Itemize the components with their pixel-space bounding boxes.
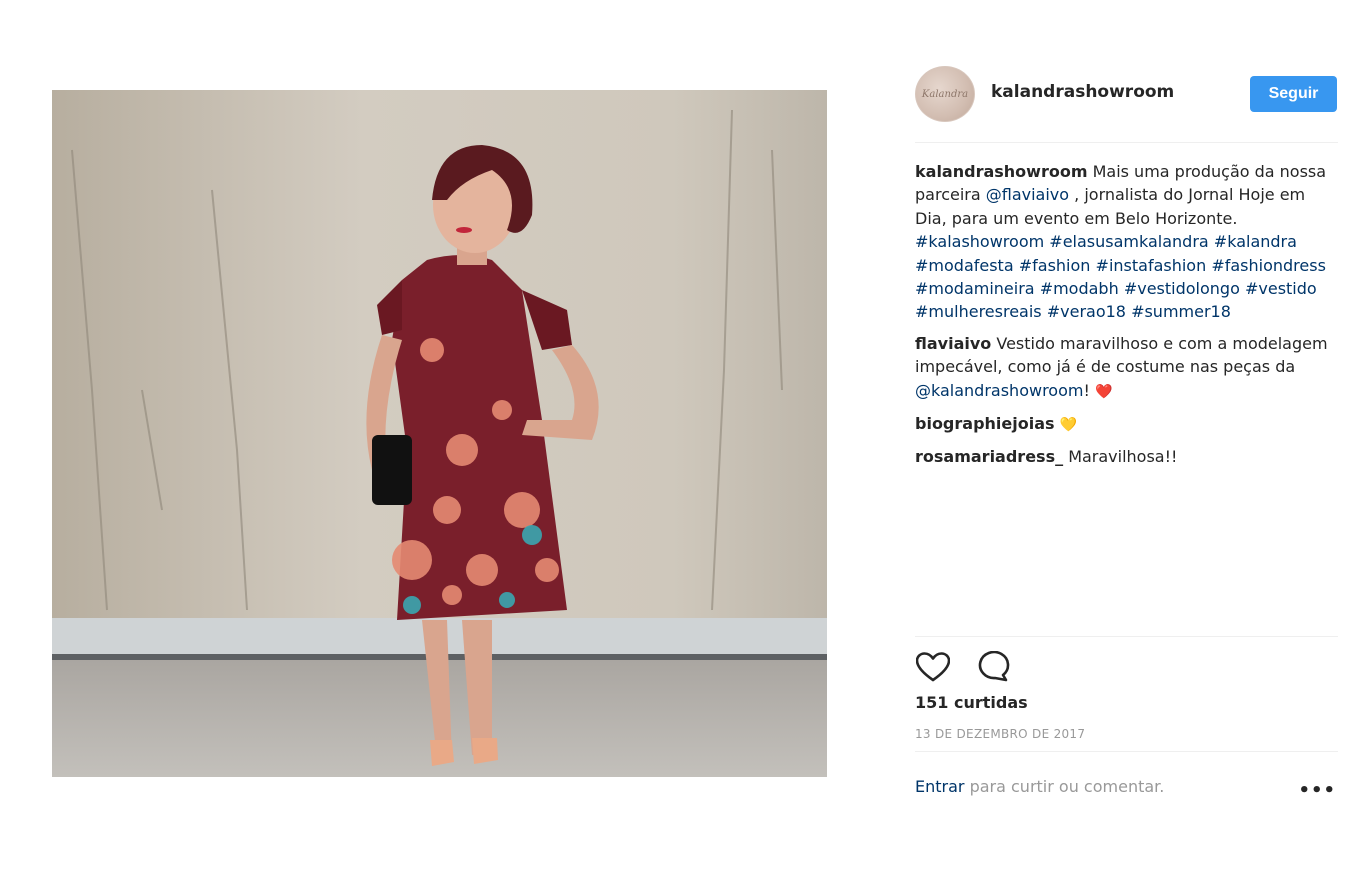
comment-text: Maravilhosa!!: [1068, 447, 1178, 467]
footer-divider: [915, 751, 1338, 752]
likes-count[interactable]: 151 curtidas: [915, 693, 1028, 712]
comments-list: kalandrashowroom Mais uma produção da no…: [915, 160, 1338, 477]
login-prompt: Entrar para curtir ou comentar.: [915, 777, 1338, 796]
login-prompt-text: para curtir ou comentar.: [969, 777, 1165, 796]
header-username[interactable]: kalandrashowroom: [991, 82, 1174, 102]
comment-item: flaviaivo Vestido maravilhoso e com a mo…: [915, 332, 1338, 404]
hashtag[interactable]: #vestido: [1245, 279, 1317, 298]
login-link[interactable]: Entrar: [915, 777, 964, 796]
avatar[interactable]: Kalandra: [915, 66, 975, 122]
comment-author[interactable]: flaviaivo: [915, 334, 991, 353]
hashtag[interactable]: #kalashowroom: [915, 232, 1044, 251]
actions-divider: [915, 636, 1338, 637]
hashtag[interactable]: #verao18: [1047, 302, 1126, 321]
comment-item: biographiejoias 💛: [915, 412, 1338, 437]
hashtag[interactable]: #modabh: [1040, 279, 1119, 298]
post-sidebar: Kalandra kalandrashowroom Seguir kalandr…: [915, 0, 1338, 870]
comment-author[interactable]: biographiejoias: [915, 414, 1055, 433]
hashtag[interactable]: #summer18: [1131, 302, 1231, 321]
caption-author[interactable]: kalandrashowroom: [915, 162, 1087, 181]
post-header: Kalandra kalandrashowroom Seguir: [915, 66, 1338, 122]
hashtag[interactable]: #kalandra: [1214, 232, 1297, 251]
hashtag[interactable]: #vestidolongo: [1124, 279, 1240, 298]
comment-mention[interactable]: @kalandrashowroom: [915, 381, 1083, 400]
instagram-post-page: Kalandra kalandrashowroom Seguir kalandr…: [0, 0, 1368, 870]
comment-item: rosamariadress_ Maravilhosa!!: [915, 445, 1338, 468]
header-divider: [915, 142, 1338, 143]
comment-text-2: !: [1083, 380, 1090, 400]
action-bar: [915, 650, 1338, 686]
heart-icon[interactable]: [915, 650, 951, 684]
post-date: 13 DE DEZEMBRO DE 2017: [915, 727, 1086, 741]
comment-author[interactable]: rosamariadress_: [915, 447, 1063, 466]
hashtag[interactable]: #fashion: [1019, 256, 1091, 275]
caption-mention[interactable]: @flaviaivo: [986, 185, 1069, 204]
hashtag[interactable]: #instafashion: [1096, 256, 1207, 275]
avatar-logo-text: Kalandra: [921, 88, 969, 100]
caption: kalandrashowroom Mais uma produção da no…: [915, 160, 1338, 324]
post-photo[interactable]: [52, 90, 827, 777]
hashtag[interactable]: #modamineira: [915, 279, 1035, 298]
comment-icon[interactable]: [975, 650, 1011, 684]
hashtag[interactable]: #modafesta: [915, 256, 1014, 275]
yellow-heart-emoji-icon: 💛: [1059, 417, 1078, 434]
heart-emoji-icon: ❤️: [1094, 383, 1113, 400]
more-options-icon[interactable]: •••: [1298, 780, 1336, 801]
hashtag[interactable]: #fashiondress: [1211, 256, 1326, 275]
follow-button[interactable]: Seguir: [1250, 76, 1337, 112]
hashtag[interactable]: #elasusamkalandra: [1049, 232, 1208, 251]
hashtag[interactable]: #mulheresreais: [915, 302, 1042, 321]
